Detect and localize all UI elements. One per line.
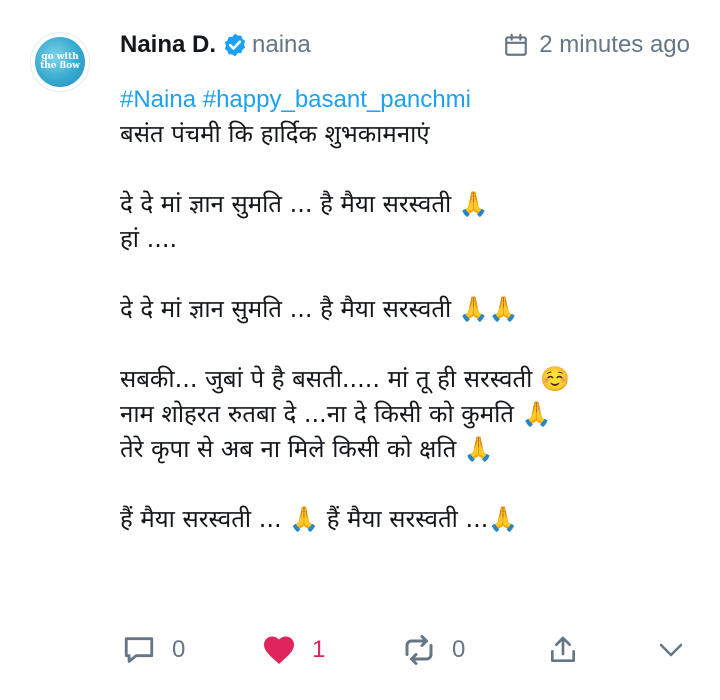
retweet-count: 0	[452, 636, 466, 663]
text-line: नाम शोहरत रुतबा दे ...ना दे किसी को कुमत…	[120, 400, 552, 428]
chevron-down-icon	[652, 631, 690, 669]
tweet-actions: 0 1 0	[120, 628, 690, 672]
share-button[interactable]	[544, 628, 582, 672]
text-line: दे दे मां ज्ञान सुमति ... है मैया सरस्वत…	[120, 295, 519, 323]
avatar-text: go with the flow	[40, 52, 80, 71]
hashtag-link[interactable]: #happy_basant_panchmi	[203, 86, 471, 113]
retweet-icon	[400, 631, 438, 669]
more-options-button[interactable]	[652, 628, 690, 672]
tweet-header: Naina D. naina 2 minutes ago	[120, 28, 690, 62]
text-line	[120, 152, 700, 187]
share-icon	[544, 631, 582, 669]
text-line	[120, 257, 700, 292]
text-line: दे दे मां ज्ञान सुमति ... है मैया सरस्वत…	[120, 190, 489, 218]
verified-badge-icon	[222, 32, 248, 58]
retweet-button[interactable]: 0	[400, 628, 465, 672]
text-line: हैं मैया सरस्वती ... 🙏 हैं मैया सरस्वती …	[120, 505, 519, 533]
hashtag-link[interactable]: #Naina	[120, 86, 196, 113]
reply-icon	[120, 631, 158, 669]
tweet-text: #Naina #happy_basant_panchmi बसंत पंचमी …	[120, 82, 700, 537]
calendar-icon	[503, 32, 529, 58]
avatar-image: go with the flow	[35, 37, 85, 87]
text-line: बसंत पंचमी कि हार्दिक शुभकामनाएं	[120, 120, 430, 148]
username[interactable]: naina	[252, 31, 311, 59]
reply-count: 0	[172, 636, 186, 663]
text-line: सबकी... जुबां पे है बसती..... मां तू ही …	[120, 365, 570, 393]
avatar[interactable]: go with the flow	[30, 32, 90, 92]
text-line	[120, 467, 700, 502]
display-name[interactable]: Naina D.	[120, 31, 216, 59]
reply-button[interactable]: 0	[120, 628, 185, 672]
timestamp: 2 minutes ago	[539, 31, 690, 58]
text-line: हां ....	[120, 225, 178, 253]
timestamp-group[interactable]: 2 minutes ago	[503, 31, 690, 59]
text-line	[120, 327, 700, 362]
text-line: तेरे कृपा से अब ना मिले किसी को क्षति 🙏	[120, 435, 494, 463]
like-count: 1	[312, 636, 326, 663]
hashtag-line: #Naina #happy_basant_panchmi	[120, 82, 700, 117]
like-button[interactable]: 1	[260, 628, 325, 672]
heart-icon	[260, 631, 298, 669]
